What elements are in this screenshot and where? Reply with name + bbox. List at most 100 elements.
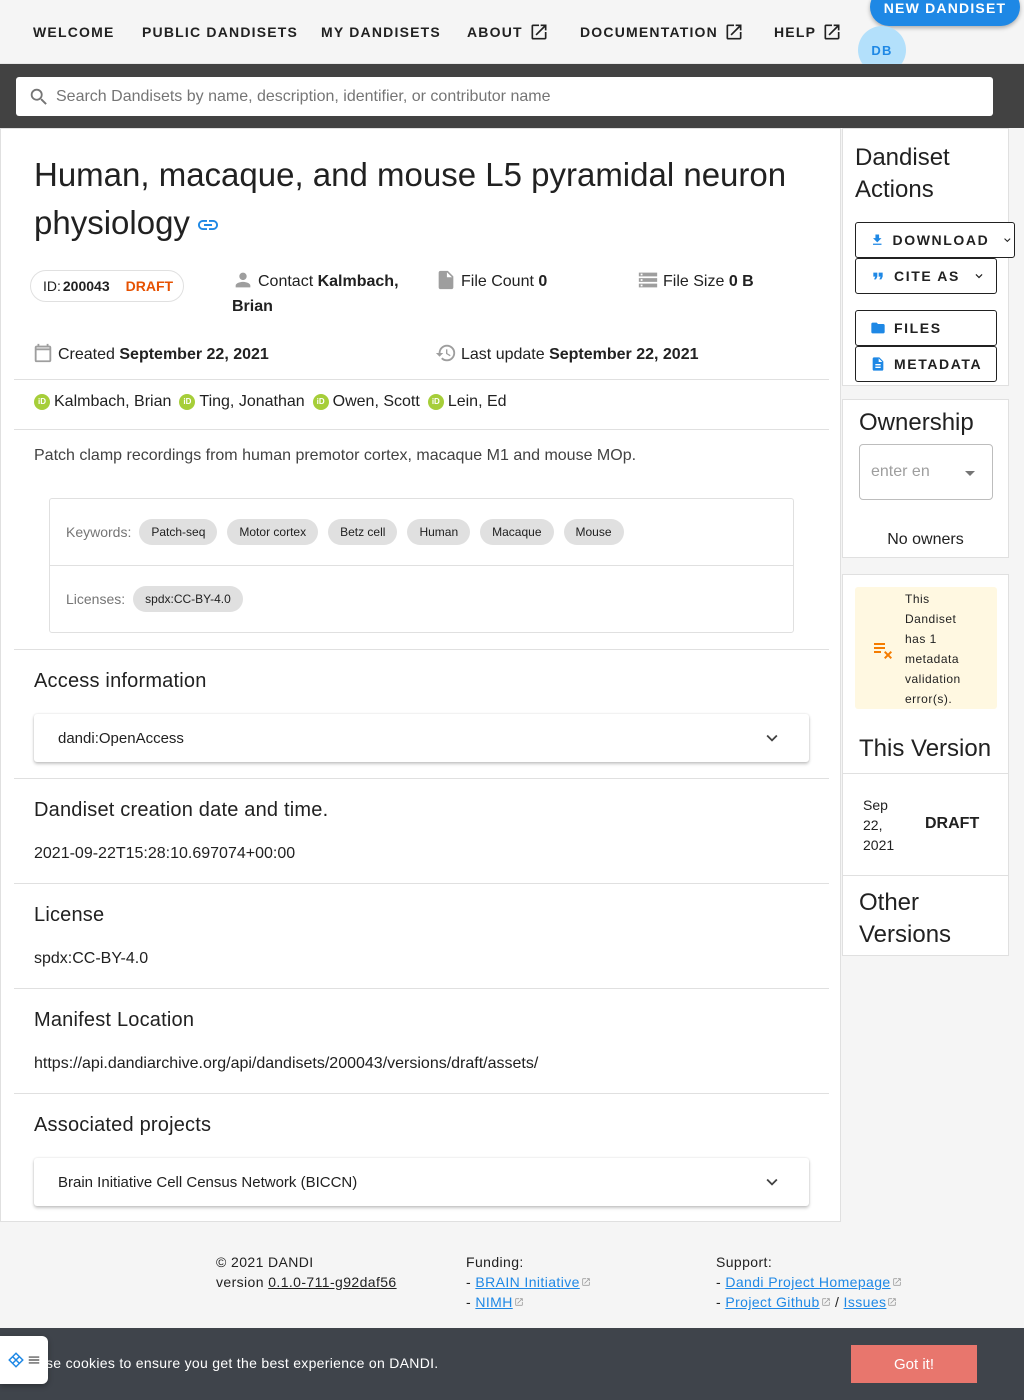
footer: © 2021 DANDI version 0.1.0-711-g92daf56 …: [0, 1222, 1024, 1328]
versions-card: This Dandiset has 1 metadata validation …: [842, 574, 1009, 956]
version-date[interactable]: Sep 22, 2021: [863, 795, 907, 855]
orcid-icon[interactable]: iD: [34, 394, 50, 410]
contact-label: Contact: [258, 273, 314, 290]
created-value: September 22, 2021: [119, 346, 269, 363]
metadata-button[interactable]: METADATA: [855, 346, 997, 382]
cite-as-button[interactable]: CITE AS: [855, 258, 997, 294]
cookie-accept-button[interactable]: Got it!: [851, 1345, 977, 1383]
copyright-text: © 2021 DANDI: [216, 1254, 314, 1270]
divider: [14, 649, 829, 650]
nav-welcome[interactable]: WELCOME: [33, 20, 115, 44]
license-value: spdx:CC-BY-4.0: [34, 950, 149, 967]
file-icon: [438, 270, 454, 290]
top-app-bar: WELCOME PUBLIC DANDISETS MY DANDISETS AB…: [0, 0, 1024, 74]
funding-label: Funding:: [466, 1254, 524, 1270]
external-link-icon: [824, 24, 840, 40]
download-label: DOWNLOAD: [892, 232, 990, 248]
search-box: [16, 77, 993, 116]
calendar-icon: [34, 343, 52, 363]
owner-select[interactable]: enter en: [859, 444, 993, 500]
network-icon: [8, 1352, 24, 1368]
version-label[interactable]: DRAFT: [925, 815, 979, 833]
playlist-remove-icon: [874, 643, 892, 659]
funding-item: - NIMH: [466, 1292, 591, 1312]
project-github-link[interactable]: Project Github: [725, 1294, 819, 1310]
contributor-name: Lein, Ed: [447, 393, 507, 410]
dandiset-id: 200043: [62, 278, 110, 294]
validation-warning[interactable]: This Dandiset has 1 metadata validation …: [855, 587, 997, 709]
dandiset-description: Patch clamp recordings from human premot…: [34, 447, 637, 464]
file-size-label: File Size: [663, 273, 725, 290]
external-link-icon: [582, 1278, 590, 1286]
brain-initiative-link[interactable]: BRAIN Initiative: [475, 1274, 579, 1290]
nav-about-label: ABOUT: [467, 24, 523, 40]
new-dandiset-button[interactable]: NEW DANDISET: [870, 0, 1020, 26]
nav-documentation[interactable]: DOCUMENTATION: [580, 20, 744, 44]
link-icon[interactable]: [196, 213, 220, 237]
chevron-down-icon: [766, 734, 778, 742]
orcid-icon[interactable]: iD: [312, 394, 329, 410]
file-size-value: 0 B: [728, 273, 754, 290]
license-chip: spdx:CC-BY-4.0: [133, 586, 243, 612]
document-icon: [872, 357, 884, 371]
orcid-icon[interactable]: iD: [427, 394, 444, 410]
external-link-icon: [892, 1278, 901, 1286]
metadata-label: METADATA: [894, 356, 983, 372]
keyword-chip: Macaque: [480, 519, 554, 545]
nav-my-dandisets[interactable]: MY DANDISETS: [321, 20, 441, 44]
cite-as-label: CITE AS: [894, 268, 960, 284]
keywords-row: Keywords: Patch-seq Motor cortex Betz ce…: [66, 519, 624, 545]
keywords-label: Keywords:: [66, 524, 132, 540]
keyword-chip: Patch-seq: [139, 519, 218, 545]
floating-menu-button[interactable]: [0, 1336, 48, 1384]
search-icon: [30, 88, 47, 105]
download-button[interactable]: DOWNLOAD: [855, 222, 1015, 258]
download-icon: [873, 234, 882, 245]
nav-public-dandisets[interactable]: PUBLIC DANDISETS: [142, 20, 298, 44]
last-update-info: Last update September 22, 2021: [435, 342, 699, 367]
dandiset-actions-card: Dandiset Actions DOWNLOAD CITE AS FILES …: [842, 128, 1015, 386]
orcid-icon[interactable]: iD: [179, 394, 196, 410]
dandiset-title: Human, macaque, and mouse L5 pyramidal n…: [34, 156, 787, 241]
associated-project-name: Brain Initiative Cell Census Network (BI…: [58, 1173, 358, 1191]
divider: [50, 565, 793, 566]
dandiset-actions-title: Dandiset Actions: [855, 144, 950, 203]
divider: [14, 988, 829, 989]
dandi-homepage-link[interactable]: Dandi Project Homepage: [725, 1274, 890, 1290]
contributor-name: Kalmbach, Brian: [54, 393, 172, 410]
nav-about[interactable]: ABOUT: [467, 20, 549, 44]
issues-link[interactable]: Issues: [844, 1294, 887, 1310]
divider: [843, 773, 1008, 774]
version-link[interactable]: 0.1.0-711-g92daf56: [268, 1274, 396, 1290]
files-label: FILES: [894, 320, 942, 336]
cookie-banner-text: se cookies to ensure you get the best ex…: [46, 1355, 439, 1371]
search-input[interactable]: [56, 87, 956, 106]
external-link-icon: [531, 24, 547, 40]
cookie-banner: se cookies to ensure you get the best ex…: [0, 1328, 1024, 1400]
licenses-label: Licenses:: [66, 591, 126, 607]
creation-date-value: 2021-09-22T15:28:10.697074+00:00: [34, 845, 296, 862]
validation-warning-text: This Dandiset has 1 metadata validation …: [905, 592, 961, 706]
support-item: - Project Github / Issues: [716, 1292, 902, 1312]
associated-projects-expander[interactable]: Brain Initiative Cell Census Network (BI…: [34, 1158, 809, 1206]
id-label: ID:: [43, 278, 61, 294]
folder-icon: [871, 322, 885, 334]
history-icon: [435, 344, 456, 362]
dropdown-arrow-icon: [965, 471, 975, 476]
dandiset-details-card: Human, macaque, and mouse L5 pyramidal n…: [0, 128, 841, 1222]
access-information-expander[interactable]: dandi:OpenAccess: [34, 714, 809, 762]
access-information-title: Access information: [34, 670, 207, 692]
contributor-list: iD Kalmbach, Brian iD Ting, Jonathan iD Owe…: [34, 393, 507, 411]
nimh-link[interactable]: NIMH: [475, 1294, 512, 1310]
ownership-title: Ownership: [859, 409, 974, 436]
divider: [14, 1093, 829, 1094]
creation-date-title: Dandiset creation date and time.: [34, 799, 329, 821]
files-button[interactable]: FILES: [855, 310, 997, 346]
contributor-name: Ting, Jonathan: [199, 393, 305, 410]
access-information-value: dandi:OpenAccess: [58, 729, 184, 747]
nav-help[interactable]: HELP: [774, 20, 842, 44]
divider: [14, 778, 829, 779]
ownership-card: Ownership enter en No owners: [842, 399, 1009, 558]
nav-help-label: HELP: [774, 24, 817, 40]
person-icon: [235, 272, 251, 288]
